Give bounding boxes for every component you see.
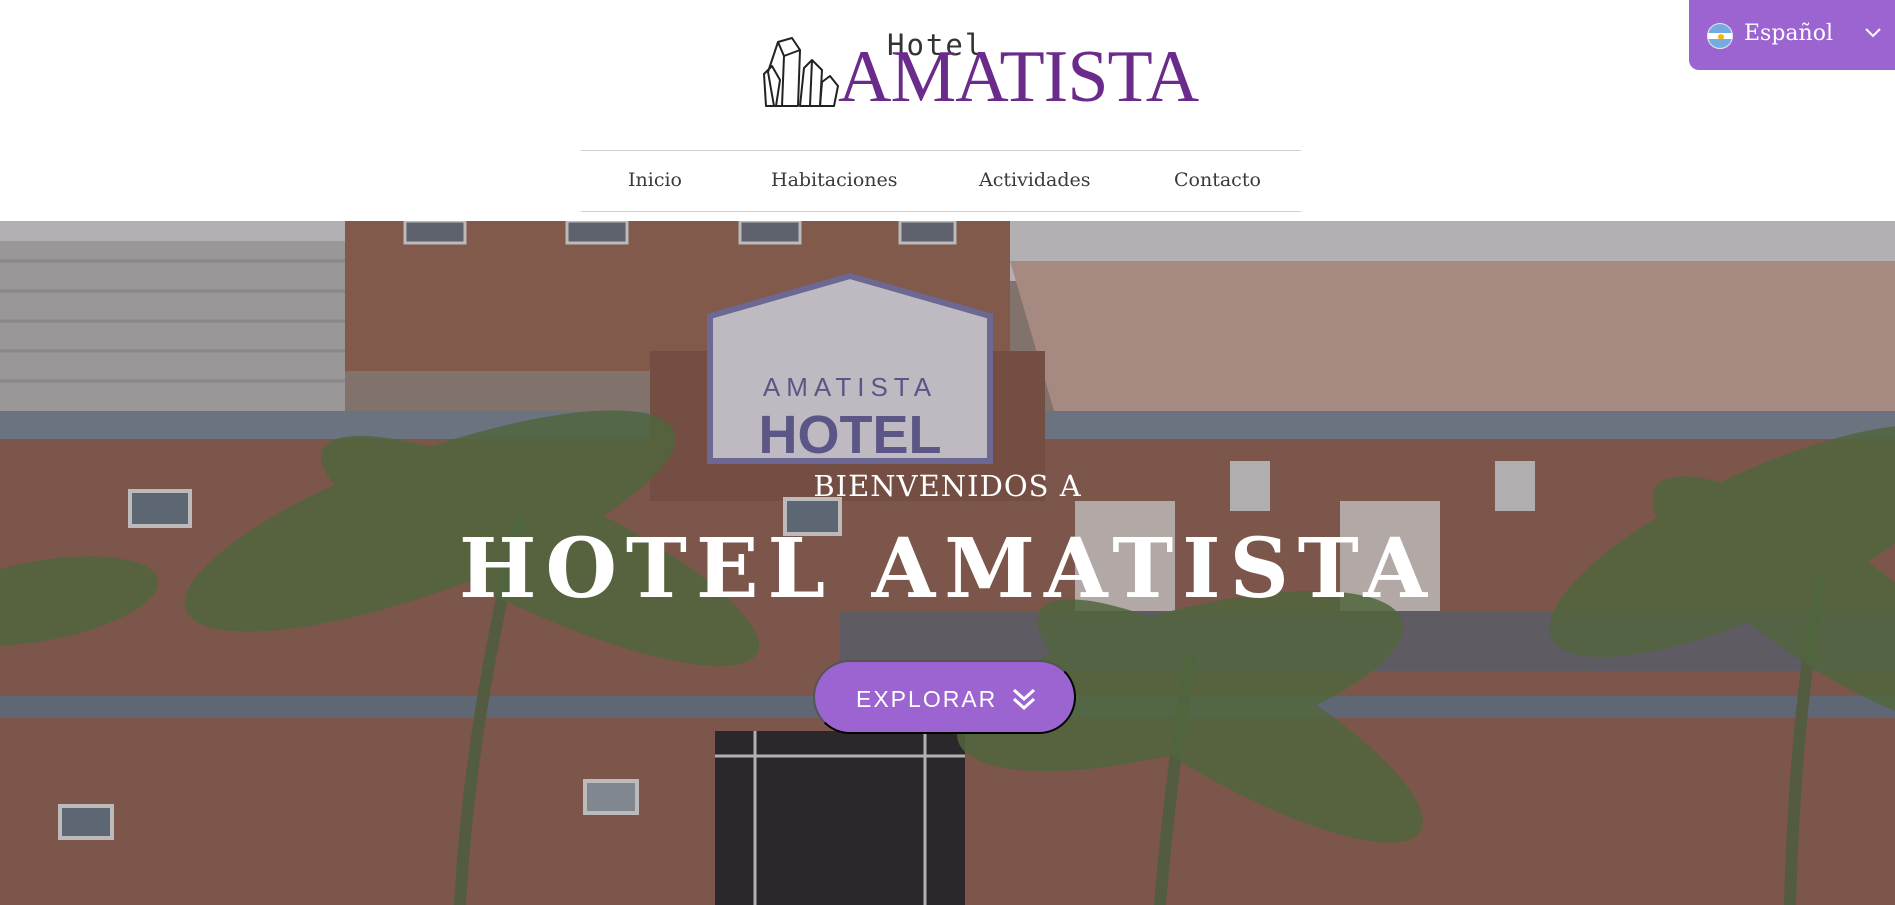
double-chevron-down-icon bbox=[1012, 688, 1036, 711]
chevron-down-icon bbox=[1864, 22, 1882, 47]
nav-item-habitaciones[interactable]: Habitaciones bbox=[771, 169, 898, 191]
site-header: Hotel AMATISTA Inicio Habitaciones Activ… bbox=[0, 0, 1895, 221]
hotel-logo[interactable]: Hotel AMATISTA bbox=[760, 24, 1199, 114]
crystal-icon bbox=[763, 37, 839, 107]
language-selector[interactable]: Español bbox=[1689, 0, 1895, 70]
language-label: Español bbox=[1744, 21, 1833, 46]
nav-item-inicio[interactable]: Inicio bbox=[628, 169, 682, 191]
explore-button-label: EXPLORAR bbox=[856, 686, 998, 712]
hero-title: HOTEL AMATISTA bbox=[459, 521, 1436, 617]
explore-button[interactable]: EXPLORAR bbox=[813, 660, 1076, 734]
nav-item-actividades[interactable]: Actividades bbox=[979, 169, 1091, 191]
logo-word-amatista: AMATISTA bbox=[838, 36, 1199, 118]
main-nav: Inicio Habitaciones Actividades Contacto bbox=[581, 150, 1301, 212]
argentina-flag-icon bbox=[1707, 23, 1733, 49]
hero-section: AMATISTA HOTEL BIENVENIDOS A HOTEL AMATI… bbox=[0, 221, 1895, 905]
hero-welcome: BIENVENIDOS A bbox=[813, 469, 1082, 503]
nav-item-contacto[interactable]: Contacto bbox=[1174, 169, 1261, 191]
